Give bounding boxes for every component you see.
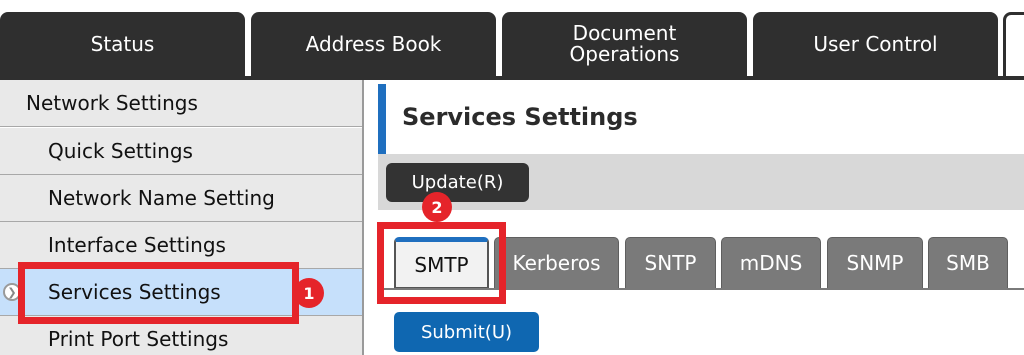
tab-address-book-label: Address Book bbox=[305, 31, 442, 56]
sidebar-item-network-name-setting[interactable]: Network Name Setting bbox=[0, 175, 362, 222]
sidebar-item-label: Interface Settings bbox=[48, 233, 226, 257]
step-badge-2: 2 bbox=[422, 192, 452, 222]
tab-sntp[interactable]: SNTP bbox=[625, 237, 716, 289]
tab-user-control[interactable]: User Control bbox=[753, 12, 998, 76]
page-title: Services Settings bbox=[402, 103, 638, 131]
highlight-box-services-settings bbox=[18, 262, 299, 324]
sidebar-section-title: Network Settings bbox=[26, 91, 198, 115]
tab-partial-hidden[interactable] bbox=[1003, 12, 1024, 76]
submit-button[interactable]: Submit(U) bbox=[394, 312, 539, 352]
step-badge-1: 1 bbox=[294, 278, 324, 308]
top-navigation: Status Address Book Document Operations … bbox=[0, 0, 1024, 80]
tab-document-operations-label: Document Operations bbox=[569, 21, 680, 66]
tab-smb[interactable]: SMB bbox=[928, 237, 1008, 289]
tab-address-book[interactable]: Address Book bbox=[251, 12, 496, 76]
sidebar-item-label: Network Name Setting bbox=[48, 186, 275, 210]
tab-user-control-label: User Control bbox=[813, 31, 938, 56]
tab-document-operations[interactable]: Document Operations bbox=[502, 12, 747, 76]
update-button[interactable]: Update(R) bbox=[386, 163, 529, 202]
tab-status[interactable]: Status bbox=[0, 12, 245, 76]
tab-status-label: Status bbox=[90, 31, 155, 56]
sidebar-item-label: Print Port Settings bbox=[48, 327, 229, 351]
tab-snmp[interactable]: SNMP bbox=[827, 237, 923, 289]
page-title-bar: Services Settings bbox=[378, 84, 1024, 154]
sidebar-item-label: Quick Settings bbox=[48, 139, 193, 163]
tab-mdns[interactable]: mDNS bbox=[721, 237, 821, 289]
tab-kerberos[interactable]: Kerberos bbox=[494, 237, 619, 289]
sidebar-item-quick-settings[interactable]: Quick Settings bbox=[0, 128, 362, 175]
sidebar-item-network-settings[interactable]: Network Settings bbox=[0, 80, 362, 127]
highlight-box-smtp-tab bbox=[377, 222, 506, 304]
